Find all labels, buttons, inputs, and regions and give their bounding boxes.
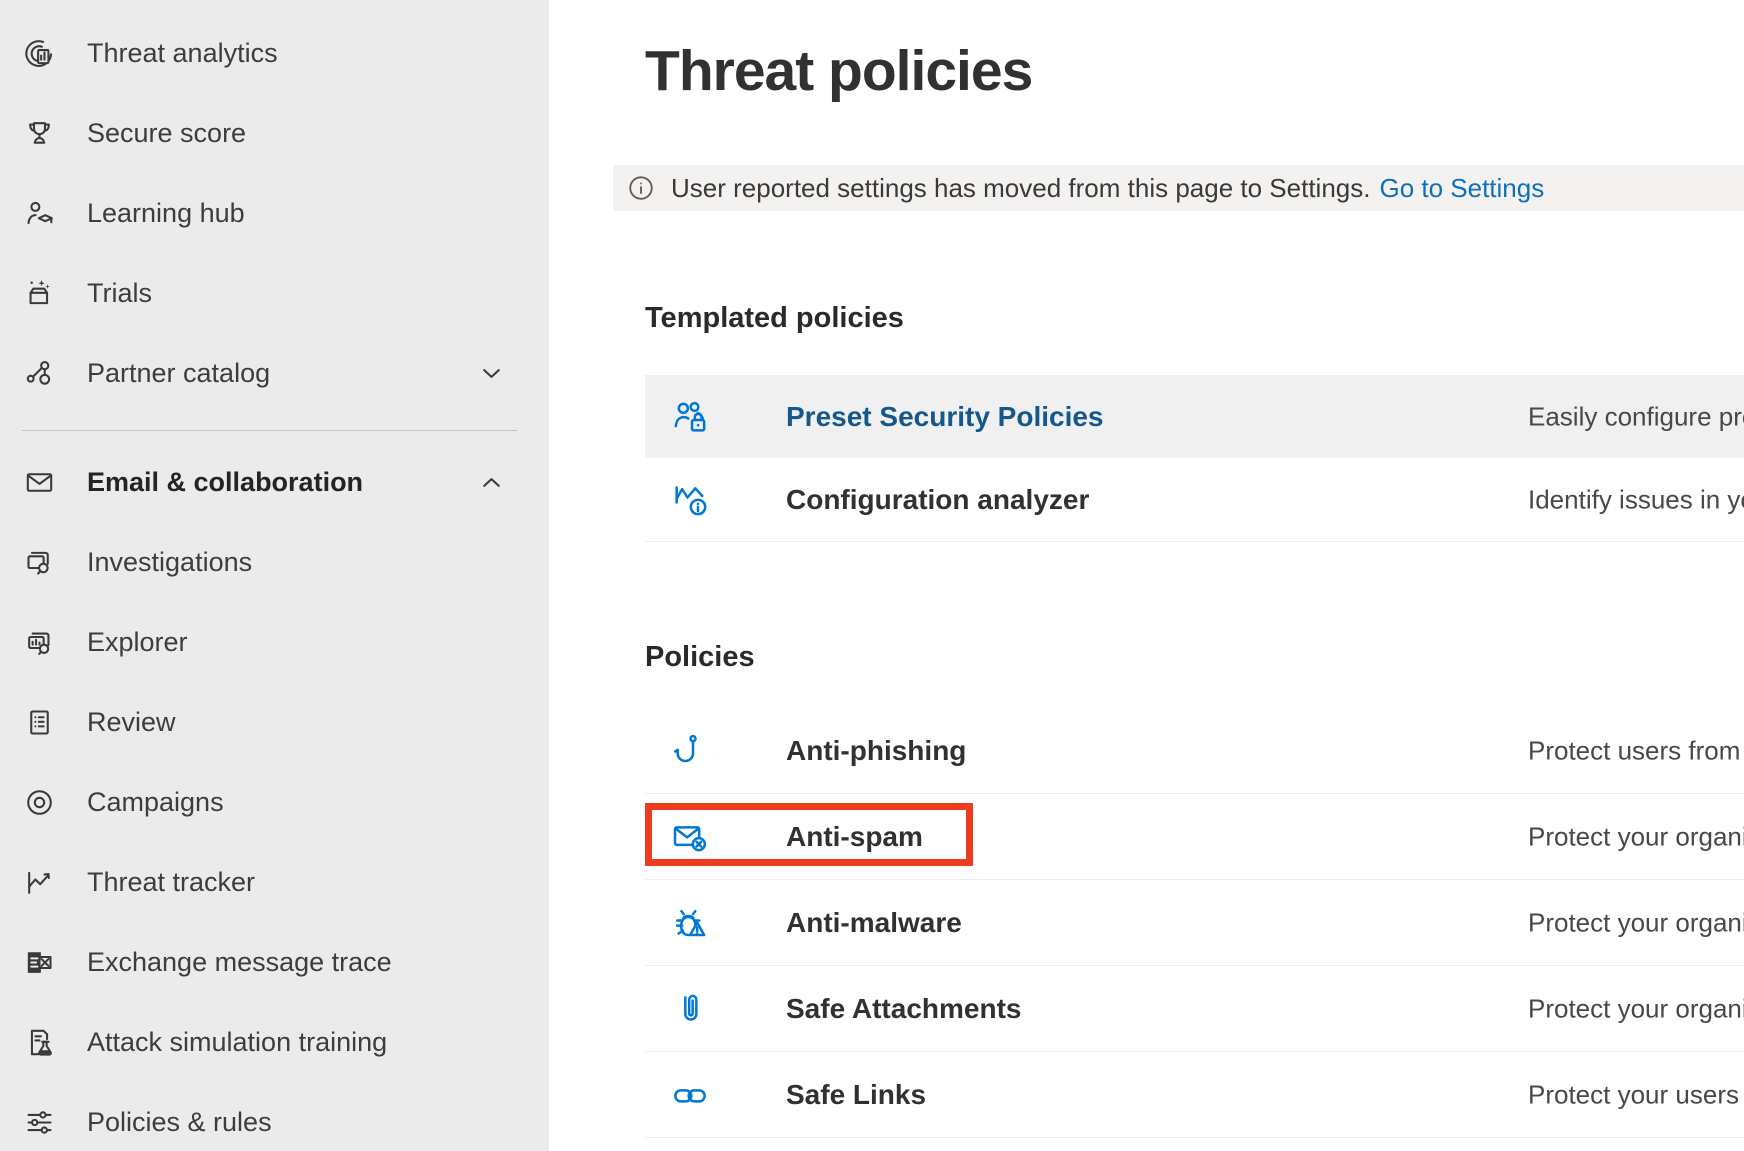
row-description: Protect your users fr [1528, 1079, 1744, 1110]
configuration-analyzer-icon [670, 480, 710, 520]
threat-tracker-icon [23, 866, 56, 899]
sidebar-item-campaigns[interactable]: Campaigns [0, 762, 549, 842]
preset-security-policies-icon [670, 397, 710, 437]
anti-malware-icon [670, 903, 710, 943]
sidebar-item-label: Review [87, 707, 176, 738]
row-description: Protect users from p [1528, 735, 1744, 766]
row-title[interactable]: Configuration analyzer [786, 484, 1089, 516]
sidebar: Threat analytics Secure score Learning h… [0, 0, 549, 1151]
learning-hub-icon [23, 197, 56, 230]
sidebar-item-label: Trials [87, 278, 152, 309]
main-content: Threat policies User reported settings h… [549, 0, 1744, 1151]
sidebar-divider [22, 430, 517, 431]
sidebar-top-items: Threat analytics Secure score Learning h… [0, 0, 549, 413]
row-title[interactable]: Safe Attachments [786, 993, 1021, 1025]
row-title[interactable]: Safe Links [786, 1079, 926, 1111]
policies-section: Policies Anti-phishing Protect users fro… [645, 640, 1744, 1138]
sidebar-item-label: Campaigns [87, 787, 224, 818]
templated-policies-rows: Preset Security Policies Easily configur… [645, 375, 1744, 542]
sidebar-item-partner-catalog[interactable]: Partner catalog [0, 333, 549, 413]
sidebar-item-learning-hub[interactable]: Learning hub [0, 173, 549, 253]
chevron-up-icon[interactable] [478, 469, 505, 496]
sidebar-item-label: Learning hub [87, 198, 245, 229]
anti-spam-icon [670, 817, 710, 857]
sidebar-item-label: Partner catalog [87, 358, 270, 389]
row-description: Protect your organiz [1528, 821, 1744, 852]
info-banner-text: User reported settings has moved from th… [671, 173, 1370, 204]
sidebar-item-explorer[interactable]: Explorer [0, 602, 549, 682]
policies-rows: Anti-phishing Protect users from p Anti-… [645, 708, 1744, 1138]
info-banner: User reported settings has moved from th… [613, 165, 1744, 211]
sidebar-item-review[interactable]: Review [0, 682, 549, 762]
sidebar-item-label: Exchange message trace [87, 947, 392, 978]
row-title[interactable]: Anti-spam [786, 821, 923, 853]
row-safe-links[interactable]: Safe Links Protect your users fr [645, 1052, 1744, 1138]
row-anti-phishing[interactable]: Anti-phishing Protect users from p [645, 708, 1744, 794]
sidebar-item-investigations[interactable]: Investigations [0, 522, 549, 602]
explorer-icon [23, 626, 56, 659]
secure-score-icon [23, 117, 56, 150]
safe-attachments-icon [670, 989, 710, 1029]
investigations-icon [23, 546, 56, 579]
row-preset-security-policies[interactable]: Preset Security Policies Easily configur… [645, 375, 1744, 458]
sidebar-item-label: Email & collaboration [87, 467, 363, 498]
sidebar-item-secure-score[interactable]: Secure score [0, 93, 549, 173]
sidebar-item-label: Threat tracker [87, 867, 255, 898]
row-configuration-analyzer[interactable]: Configuration analyzer Identify issues i… [645, 458, 1744, 542]
chevron-down-icon[interactable] [478, 360, 505, 387]
row-title[interactable]: Anti-malware [786, 907, 962, 939]
sidebar-email-collaboration-section: Email & collaboration Investigations Exp… [0, 442, 549, 1151]
row-description: Protect your organiz [1528, 993, 1744, 1024]
row-safe-attachments[interactable]: Safe Attachments Protect your organiz [645, 966, 1744, 1052]
review-icon [23, 706, 56, 739]
row-anti-malware[interactable]: Anti-malware Protect your organiz [645, 880, 1744, 966]
exchange-message-trace-icon [23, 946, 56, 979]
sidebar-item-threat-tracker[interactable]: Threat tracker [0, 842, 549, 922]
trials-icon [23, 277, 56, 310]
sidebar-item-label: Attack simulation training [87, 1027, 387, 1058]
row-anti-spam[interactable]: Anti-spam Protect your organiz [645, 794, 1744, 880]
section-heading-policies: Policies [645, 640, 1744, 674]
attack-simulation-training-icon [23, 1026, 56, 1059]
sidebar-item-policies-rules[interactable]: Policies & rules [0, 1082, 549, 1151]
info-icon [626, 173, 656, 203]
page-title: Threat policies [645, 38, 1032, 104]
sidebar-item-label: Threat analytics [87, 38, 278, 69]
go-to-settings-link[interactable]: Go to Settings [1379, 173, 1544, 204]
sidebar-item-attack-simulation-training[interactable]: Attack simulation training [0, 1002, 549, 1082]
campaigns-icon [23, 786, 56, 819]
sidebar-item-exchange-message-trace[interactable]: Exchange message trace [0, 922, 549, 1002]
email-collaboration-icon [23, 466, 56, 499]
sidebar-item-label: Policies & rules [87, 1107, 272, 1138]
sidebar-item-label: Explorer [87, 627, 188, 658]
row-title[interactable]: Anti-phishing [786, 735, 966, 767]
sidebar-item-threat-analytics[interactable]: Threat analytics [0, 13, 549, 93]
sidebar-item-trials[interactable]: Trials [0, 253, 549, 333]
row-description: Easily configure prot [1528, 401, 1744, 432]
anti-phishing-icon [670, 731, 710, 771]
sidebar-item-label: Investigations [87, 547, 252, 578]
row-description: Identify issues in you [1528, 484, 1744, 515]
policies-rules-icon [23, 1106, 56, 1139]
templated-policies-section: Templated policies Preset Security Polic… [645, 301, 1744, 542]
safe-links-icon [670, 1075, 710, 1115]
sidebar-item-email-collaboration[interactable]: Email & collaboration [0, 442, 549, 522]
sidebar-item-label: Secure score [87, 118, 246, 149]
threat-analytics-icon [23, 37, 56, 70]
row-title[interactable]: Preset Security Policies [786, 401, 1104, 433]
row-description: Protect your organiz [1528, 907, 1744, 938]
partner-catalog-icon [23, 357, 56, 390]
section-heading-templated-policies: Templated policies [645, 301, 1744, 335]
